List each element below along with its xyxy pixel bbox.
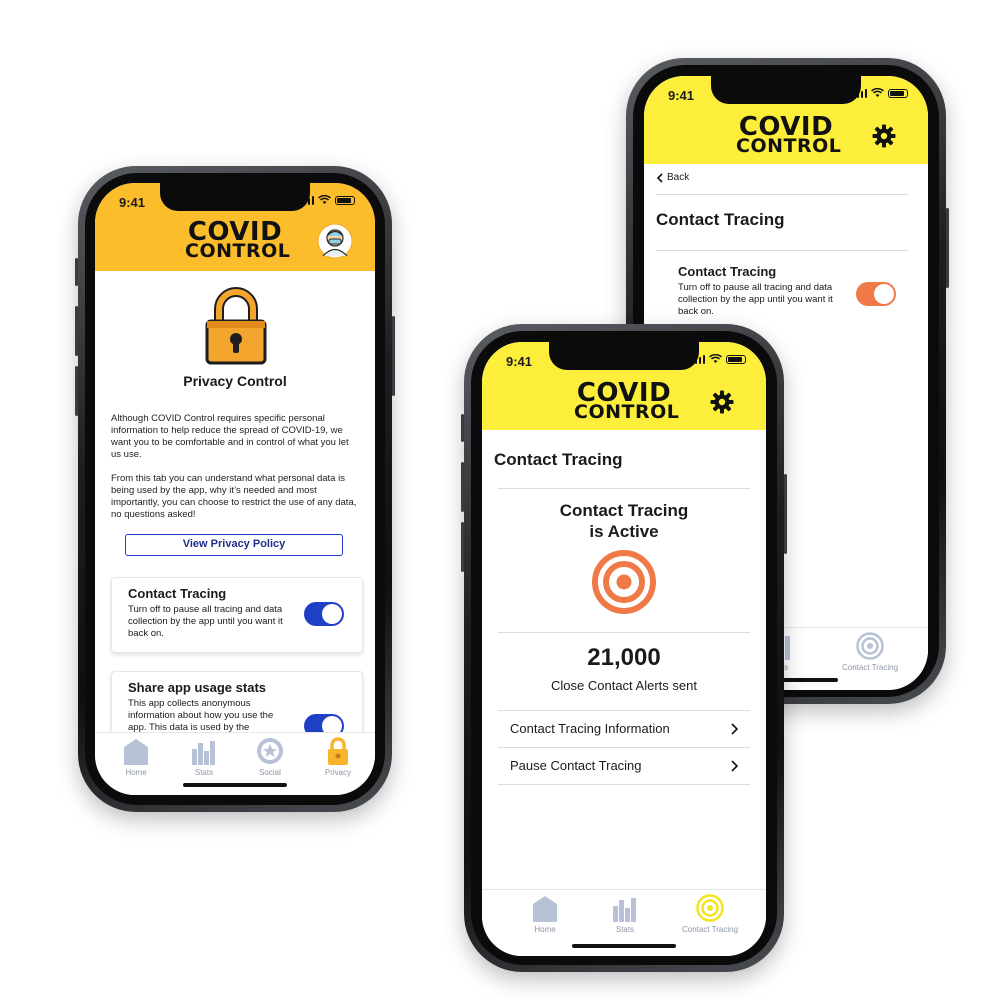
- setting-description: Turn off to pause all tracing and data c…: [678, 282, 833, 317]
- card-description: Turn off to pause all tracing and data c…: [128, 604, 283, 639]
- volume-down-button: [75, 366, 78, 416]
- menu-item-pause-contact-tracing[interactable]: Pause Contact Tracing: [498, 748, 750, 784]
- page-title: Privacy Control: [183, 373, 287, 389]
- doctor-avatar-icon[interactable]: [317, 223, 353, 259]
- wifi-icon: [871, 88, 884, 97]
- volume-up-button: [75, 306, 78, 356]
- status-time: 9:41: [119, 195, 146, 210]
- back-button[interactable]: Back: [656, 172, 689, 183]
- left-screen: 9:41 COVID CONTROL Privacy Control Altho…: [95, 183, 375, 795]
- brand-logo: COVID CONTROL: [185, 219, 291, 263]
- mute-switch: [75, 258, 78, 286]
- stats-icon: [613, 898, 636, 922]
- contact-tracing-toggle[interactable]: [304, 602, 344, 626]
- status-time: 9:41: [668, 88, 695, 103]
- status-heading-line-1: Contact Tracing: [559, 501, 689, 520]
- tab-label: Social: [259, 768, 281, 777]
- alerts-label: Close Contact Alerts sent: [551, 678, 697, 693]
- brand-logo: COVID CONTROL: [736, 114, 842, 158]
- intro-paragraph-1: Although COVID Control requires specific…: [111, 413, 349, 460]
- status-heading-line-2: is Active: [589, 522, 659, 541]
- brand-line-2: CONTROL: [736, 135, 842, 158]
- brand-logo: COVID CONTROL: [574, 380, 680, 424]
- menu-item-contact-tracing-information[interactable]: Contact Tracing Information: [498, 711, 750, 747]
- gear-icon[interactable]: [710, 390, 734, 414]
- tab-home[interactable]: Home: [113, 737, 159, 777]
- power-button: [946, 208, 949, 288]
- page-title: Contact Tracing: [656, 210, 785, 229]
- intro-paragraph-2: From this tab you can understand what pe…: [111, 473, 357, 520]
- power-button: [784, 474, 787, 554]
- notch: [549, 342, 699, 370]
- tab-label: Contact Tracing: [681, 925, 739, 934]
- power-button: [392, 316, 395, 396]
- brand-line-2: CONTROL: [185, 240, 291, 263]
- battery-icon: [726, 355, 746, 364]
- left-phone: 9:41 COVID CONTROL Privacy Control Altho…: [75, 166, 395, 812]
- tab-contact-tracing[interactable]: Contact Tracing: [830, 632, 910, 672]
- chevron-right-icon: [731, 760, 738, 772]
- menu-item-label: Pause Contact Tracing: [510, 758, 642, 773]
- home-indicator: [183, 783, 287, 787]
- wifi-icon: [709, 354, 722, 363]
- divider: [656, 194, 908, 195]
- target-icon: [856, 632, 884, 660]
- divider: [498, 784, 750, 785]
- notch: [160, 183, 310, 211]
- home-icon: [533, 896, 557, 922]
- page-title: Contact Tracing: [494, 450, 623, 469]
- volume-down-button: [461, 522, 464, 572]
- divider: [498, 632, 750, 633]
- tab-privacy[interactable]: Privacy: [315, 737, 361, 777]
- target-icon: [696, 894, 724, 922]
- card-description: This app collects anonymous information …: [128, 698, 274, 733]
- padlock-icon: [328, 737, 348, 765]
- home-indicator: [572, 944, 676, 948]
- tab-stats[interactable]: Stats: [602, 894, 648, 934]
- notch: [711, 76, 861, 104]
- tab-label: Stats: [615, 925, 635, 934]
- status-heading: Contact Tracing is Active: [482, 500, 766, 542]
- gear-icon[interactable]: [872, 124, 896, 148]
- status-time: 9:41: [506, 354, 533, 369]
- setting-title: Contact Tracing: [678, 264, 777, 279]
- card-title: Contact Tracing: [128, 586, 227, 601]
- alerts-count: 21,000: [587, 644, 661, 671]
- tab-label: Home: [125, 768, 147, 777]
- tab-label: Stats: [194, 768, 214, 777]
- tab-label: Contact Tracing: [841, 663, 899, 672]
- home-icon: [124, 739, 148, 765]
- brand-line-2: CONTROL: [574, 401, 680, 424]
- menu-item-label: Contact Tracing Information: [510, 721, 670, 736]
- tab-label: Home: [534, 925, 556, 934]
- tab-social[interactable]: Social: [247, 737, 293, 777]
- tab-label: Privacy: [324, 768, 352, 777]
- back-label: Back: [667, 172, 690, 183]
- contact-tracing-toggle[interactable]: [856, 282, 896, 306]
- card-title: Share app usage stats: [128, 680, 266, 695]
- tab-stats[interactable]: Stats: [181, 737, 227, 777]
- battery-icon: [888, 89, 908, 98]
- divider: [656, 250, 908, 251]
- tab-home[interactable]: Home: [522, 894, 568, 934]
- front-screen: 9:41 COVID CONTROL Contact Tracing Conta…: [482, 342, 766, 956]
- contact-tracing-card: Contact Tracing Turn off to pause all tr…: [111, 577, 363, 653]
- wifi-icon: [318, 195, 331, 204]
- volume-up-button: [461, 462, 464, 512]
- social-badge-icon: [257, 738, 283, 764]
- chevron-right-icon: [731, 723, 738, 735]
- padlock-icon: [205, 287, 267, 365]
- front-phone: 9:41 COVID CONTROL Contact Tracing Conta…: [461, 324, 787, 972]
- mute-switch: [461, 414, 464, 442]
- target-icon: [592, 550, 656, 614]
- divider: [498, 488, 750, 489]
- view-privacy-policy-button[interactable]: View Privacy Policy: [125, 534, 343, 556]
- tab-contact-tracing[interactable]: Contact Tracing: [670, 894, 750, 934]
- battery-icon: [335, 196, 355, 205]
- stats-icon: [192, 741, 215, 765]
- chevron-left-icon: [656, 172, 663, 183]
